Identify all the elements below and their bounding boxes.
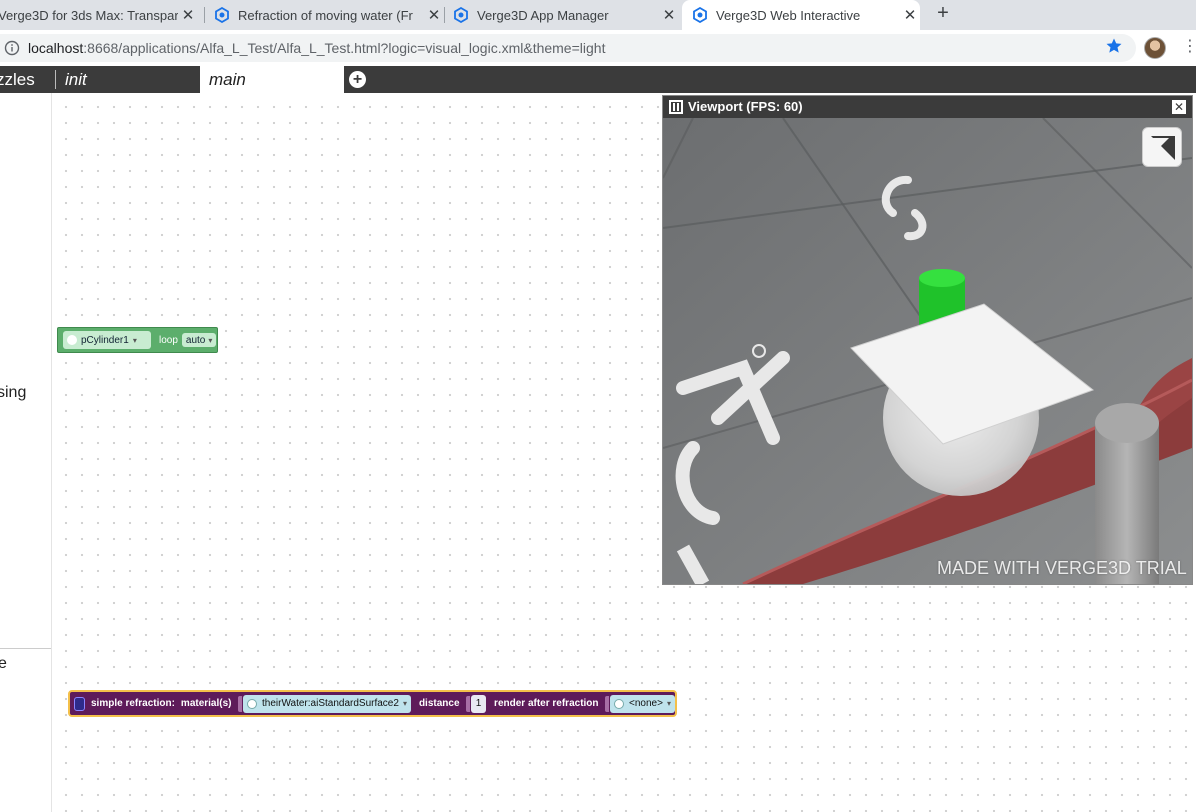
profile-avatar[interactable] bbox=[1144, 37, 1166, 59]
browser-tab-strip: Verge3D for 3ds Max: Transpar ✕ Refracti… bbox=[0, 0, 1196, 30]
render-after-value: <none> bbox=[629, 698, 663, 709]
tab-title: Verge3D App Manager bbox=[477, 7, 609, 23]
play-animation-block[interactable]: pCylinder1 ▾ loop auto ▾ bbox=[57, 327, 218, 353]
viewport-window[interactable]: Viewport (FPS: 60) ✕ MADE WITH VERGE3D T… bbox=[662, 95, 1193, 585]
render-after-label: render after refraction bbox=[494, 698, 599, 709]
close-icon[interactable]: ✕ bbox=[424, 6, 444, 24]
url-host: localhost bbox=[28, 40, 84, 56]
viewport-titlebar[interactable]: Viewport (FPS: 60) ✕ bbox=[663, 96, 1192, 118]
tab-title: Verge3D Web Interactive bbox=[716, 7, 861, 23]
input-socket bbox=[604, 695, 610, 712]
material-dropdown[interactable]: theirWater:aiStandardSurface2 ▾ bbox=[243, 694, 411, 713]
loop-label: loop bbox=[159, 334, 178, 346]
puzzle-toolbox: sing e bbox=[0, 93, 51, 812]
tab-divider bbox=[444, 7, 445, 23]
verge3d-favicon-icon bbox=[214, 6, 230, 24]
distance-input[interactable]: 1 bbox=[471, 694, 487, 713]
input-socket bbox=[237, 695, 242, 712]
refraction-title: simple refraction: bbox=[91, 698, 175, 709]
loop-value: auto bbox=[185, 334, 206, 346]
close-icon[interactable]: ✕ bbox=[900, 6, 920, 24]
viewport-layout-icon[interactable] bbox=[669, 100, 683, 114]
chevron-down-icon: ▾ bbox=[208, 335, 213, 345]
new-tab-button[interactable]: + bbox=[932, 2, 954, 24]
object-icon bbox=[67, 335, 77, 345]
puzzles-editor-bar: zzles init main + bbox=[0, 66, 1196, 93]
simple-refraction-block[interactable]: simple refraction: material(s) theirWate… bbox=[68, 690, 677, 717]
material-icon bbox=[247, 698, 257, 709]
object-icon bbox=[614, 698, 625, 709]
distance-label: distance bbox=[418, 698, 460, 709]
browser-tab[interactable]: Verge3D for 3ds Max: Transpar ✕ bbox=[0, 0, 198, 30]
chevron-down-icon: ▾ bbox=[666, 699, 671, 708]
browser-menu-icon[interactable]: ⋮ bbox=[1182, 38, 1196, 56]
tab-title: Verge3D for 3ds Max: Transpar bbox=[0, 7, 178, 23]
browser-tab[interactable]: Verge3D App Manager ✕ bbox=[453, 0, 679, 30]
close-icon[interactable]: ✕ bbox=[659, 6, 679, 24]
object-name: pCylinder1 bbox=[81, 334, 129, 346]
fullscreen-button[interactable] bbox=[1142, 127, 1182, 167]
tab-divider bbox=[204, 7, 205, 23]
verge3d-favicon-icon bbox=[453, 6, 469, 24]
close-icon[interactable]: ✕ bbox=[1172, 100, 1186, 114]
info-icon[interactable] bbox=[4, 40, 20, 56]
material-name: theirWater:aiStandardSurface2 bbox=[262, 698, 399, 709]
toolbox-category[interactable]: e bbox=[0, 655, 7, 673]
verge3d-favicon-icon bbox=[692, 6, 708, 24]
bookmark-star-icon[interactable] bbox=[1105, 37, 1123, 55]
loop-dropdown[interactable]: auto ▾ bbox=[181, 333, 217, 347]
input-socket bbox=[465, 695, 471, 712]
toolbox-separator bbox=[0, 648, 51, 649]
viewport-title: Viewport (FPS: 60) bbox=[688, 99, 803, 114]
scene-render bbox=[663, 118, 1192, 584]
close-icon[interactable]: ✕ bbox=[178, 6, 198, 24]
toolbox-category[interactable]: sing bbox=[0, 384, 26, 402]
block-icon bbox=[74, 696, 85, 711]
url-path: :8668/applications/Alfa_L_Test/Alfa_L_Te… bbox=[83, 40, 606, 56]
chevron-down-icon: ▾ bbox=[132, 335, 137, 345]
address-bar[interactable]: localhost:8668/applications/Alfa_L_Test/… bbox=[0, 34, 1136, 62]
browser-tab-active[interactable]: Verge3D Web Interactive ✕ bbox=[682, 0, 920, 30]
render-after-dropdown[interactable]: <none> ▾ bbox=[610, 694, 675, 713]
browser-toolbar: localhost:8668/applications/Alfa_L_Test/… bbox=[0, 30, 1196, 66]
fullscreen-icon bbox=[1151, 136, 1175, 160]
object-dropdown[interactable]: pCylinder1 ▾ bbox=[63, 331, 151, 349]
add-tab-icon[interactable]: + bbox=[349, 71, 366, 88]
tab-main[interactable]: main bbox=[200, 66, 344, 93]
materials-label: material(s) bbox=[180, 698, 232, 709]
chevron-down-icon: ▾ bbox=[402, 699, 407, 708]
3d-scene-canvas[interactable]: MADE WITH VERGE3D TRIAL bbox=[663, 118, 1192, 584]
url-text: localhost:8668/applications/Alfa_L_Test/… bbox=[28, 40, 605, 56]
browser-tab[interactable]: Refraction of moving water (Fr ✕ bbox=[214, 0, 444, 30]
tab-title: Refraction of moving water (Fr bbox=[238, 7, 413, 23]
editor-title: zzles bbox=[0, 70, 35, 89]
tab-init[interactable]: init bbox=[56, 66, 200, 93]
trial-watermark: MADE WITH VERGE3D TRIAL bbox=[937, 558, 1187, 578]
